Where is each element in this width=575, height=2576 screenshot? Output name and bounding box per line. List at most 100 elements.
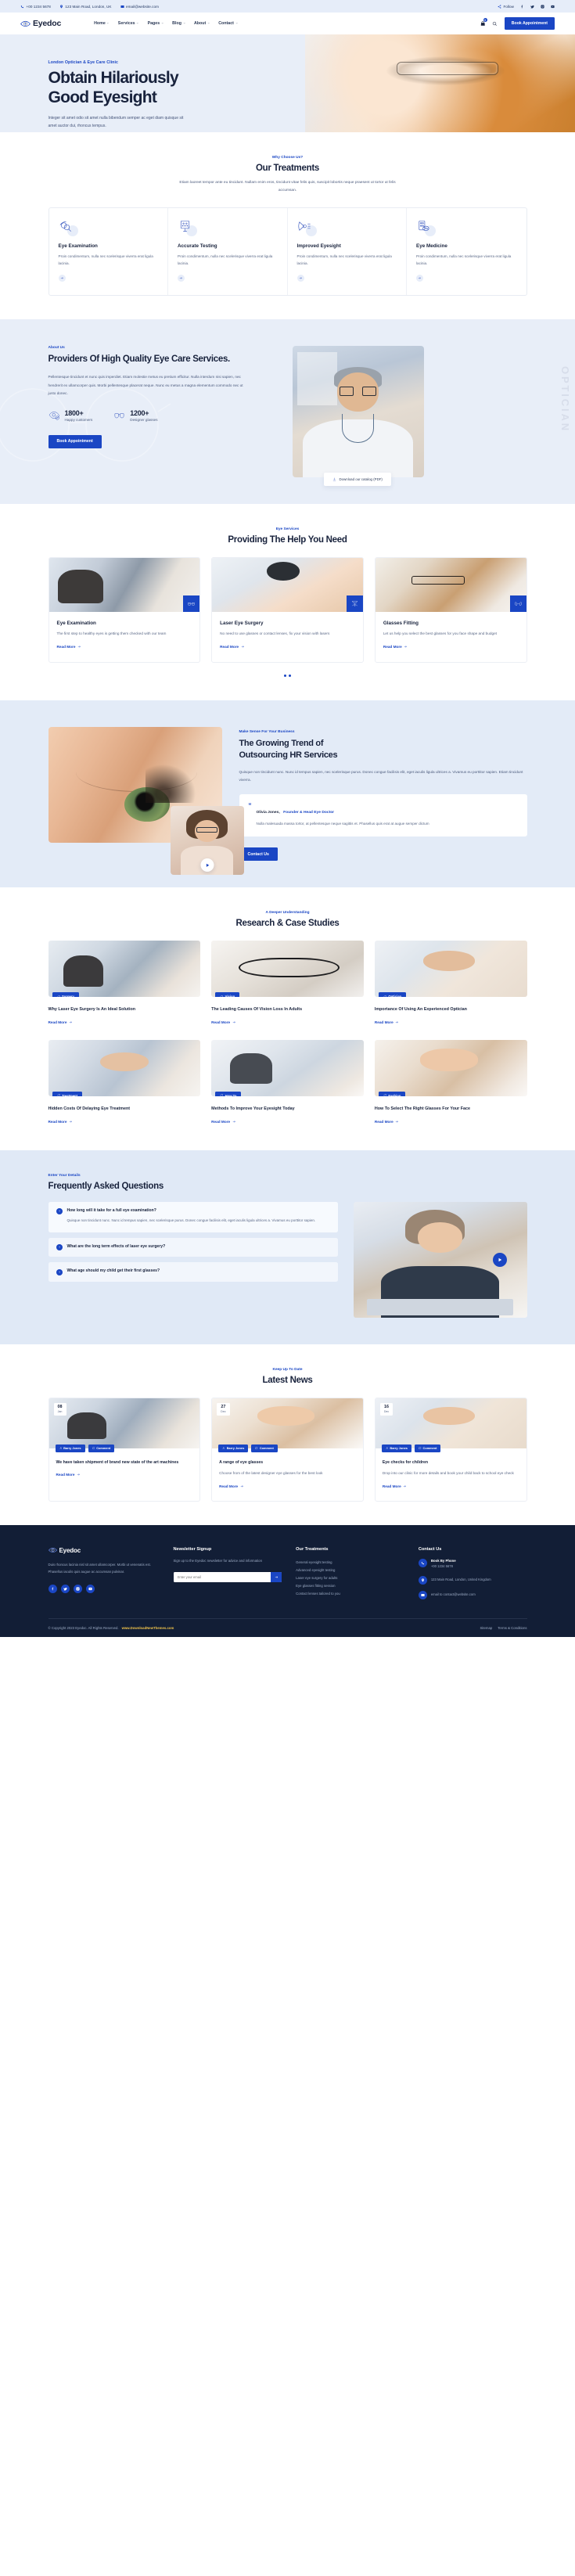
case-study-card[interactable]: Fashion How To Select The Right Glasses … [374,1039,527,1127]
nav-item-blog[interactable]: Blog [172,21,185,26]
service-desc: The first step to healthy eyes is gettin… [56,631,167,635]
footer-contact-email[interactable]: email to contact@website.com [418,1590,527,1599]
question-icon [58,1271,60,1273]
treatment-card[interactable]: Improved Eyesight Proin condimentum, nul… [288,207,407,295]
faq-item-open[interactable]: How long will it take for a full eye exa… [48,1201,338,1232]
footer-contact-heading: Contact Us [418,1546,442,1552]
eyedoc-logo-icon [20,20,31,27]
footer-sitemap-link[interactable]: Sitemap [480,1626,492,1630]
download-catalog-button[interactable]: Download our catalog (PDF) [323,472,391,486]
about-paragraph: Pellentesque tincidunt et nunc quis impe… [48,375,243,396]
topbar-email[interactable]: email@website.com [120,5,159,9]
treatment-card[interactable]: Eye Examination Proin condimentum, nulla… [49,207,168,295]
service-card[interactable]: Laser Eye Surgery No need to use glasses… [211,556,364,663]
instagram-icon[interactable] [541,4,544,9]
treatment-arrow-button[interactable] [296,274,304,282]
footer-youtube-button[interactable] [85,1584,95,1593]
footer-twitter-button[interactable] [60,1584,70,1593]
faq-item[interactable]: What are the long term effects of laser … [48,1237,338,1257]
treatment-card[interactable]: Eye Medicine Proin condimentum, nulla ne… [407,208,526,295]
arrow-right-icon [404,645,408,648]
footer-instagram-button[interactable] [73,1584,82,1593]
nav-item-contact[interactable]: Contact [218,21,238,26]
footer-contact-address[interactable]: 123 Main Road, London, United Kingdom [418,1575,527,1585]
news-read-more-link[interactable]: Read More [383,1484,407,1488]
newsletter-submit-button[interactable] [271,1571,282,1582]
service-read-more-link[interactable]: Read More [383,645,408,649]
news-comments: Comment [96,1446,111,1451]
faq-question: How long will it take for a full eye exa… [66,1207,156,1213]
search-icon[interactable] [492,21,498,27]
play-video-button[interactable] [200,858,214,872]
news-month: Jan [57,1409,63,1413]
facebook-icon[interactable] [520,5,524,9]
nav-item-about[interactable]: About [194,21,210,26]
footer-link[interactable]: Contact lenses tailored to you [296,1590,404,1598]
service-read-more-link[interactable]: Read More [220,645,244,649]
news-card[interactable]: 27 Dec Barry Jones Comment A range of ey… [211,1397,364,1502]
topbar-phone[interactable]: +00 1234 5678 [20,5,51,9]
twitter-icon[interactable] [530,5,534,9]
case-study-read-more-link[interactable]: Read More [375,1020,399,1024]
footer-facebook-button[interactable] [48,1584,57,1593]
cart-button[interactable]: 0 [480,18,487,27]
case-study-read-more-link[interactable]: Read More [49,1120,73,1124]
chevron-down-icon [183,23,185,24]
footer-link[interactable]: General eyesight testing [296,1559,404,1567]
read-more-label: Read More [48,1020,67,1024]
news-card[interactable]: 16 Dec Barry Jones Comment Eye checks fo… [374,1397,527,1502]
faq-item[interactable]: What age should my child get their first… [48,1262,338,1282]
news-date-badge: 16 Dec [379,1402,394,1416]
news-day: 08 [57,1404,63,1409]
case-study-read-more-link[interactable]: Read More [49,1020,73,1024]
treatment-arrow-button[interactable] [58,274,66,282]
hero-title: Obtain Hilariously Good Eyesight [49,69,527,108]
footer-bottom-bar: © Copyright 2023 Eyedoc. All Rights Rese… [48,1617,527,1637]
footer-copyright-accent[interactable]: www.DownloadNewThemes.com [122,1626,174,1630]
chevron-down-icon [136,23,138,24]
contact-us-button[interactable]: Contact Us [239,847,278,862]
carousel-dot[interactable] [289,674,292,677]
carousel-dot-active[interactable] [283,674,286,677]
treatment-arrow-button[interactable] [178,274,185,282]
service-read-more-link[interactable]: Read More [57,645,81,649]
hr-video-thumbnail[interactable] [170,806,244,876]
nav-item-home[interactable]: Home [94,21,110,26]
case-study-read-more-link[interactable]: Read More [211,1120,235,1124]
service-card[interactable]: Glasses Fitting Let us help you select t… [374,556,527,663]
case-study-card[interactable]: Vision The Leading Causes Of Vision Loss… [211,941,364,1027]
nav-item-services[interactable]: Services [118,21,139,26]
footer-contact-phone[interactable]: Book By Phone +00 1234 5678 [418,1558,527,1570]
footer-terms-link[interactable]: Terms & Conditions [498,1626,526,1630]
read-more-label: Read More [211,1119,231,1124]
news-read-more-link[interactable]: Read More [56,1473,81,1477]
service-card[interactable]: Eye Examination The first step to health… [48,556,201,663]
faq-title: Frequently Asked Questions [48,1181,164,1191]
services-carousel-dots [49,674,527,677]
case-study-read-more-link[interactable]: Read More [375,1120,399,1124]
case-study-card[interactable]: Optician Importance Of Using An Experien… [374,941,527,1027]
case-study-card[interactable]: Treatment Hidden Costs Of Delaying Eye T… [48,1039,201,1127]
nav-item-pages[interactable]: Pages [148,21,164,26]
about-book-appointment-button[interactable]: Book Appointment [48,434,102,448]
treatments-grid: Eye Examination Proin condimentum, nulla… [48,207,527,296]
testimonial-role: Founder & Head Eye Doctor [283,811,335,815]
case-study-read-more-link[interactable]: Read More [211,1020,235,1024]
logo[interactable]: Eyedoc [20,19,61,28]
news-card[interactable]: 08 Jan Barry Jones Comment We have taken… [48,1397,201,1502]
newsletter-email-input[interactable] [173,1571,271,1582]
news-read-more-link[interactable]: Read More [219,1484,243,1488]
footer-link[interactable]: Advanced eyesight testing [296,1567,404,1574]
youtube-icon[interactable] [551,5,555,9]
footer-logo[interactable]: Eyedoc [48,1547,160,1554]
facebook-icon [51,1587,53,1591]
faq-play-video-button[interactable] [492,1252,507,1267]
case-study-card[interactable]: Surgery Why Laser Eye Surgery Is An Idea… [48,941,201,1027]
treatment-card[interactable]: Accurate Testing Proin condimentum, null… [168,207,288,295]
book-appointment-button[interactable]: Book Appointment [504,17,555,30]
footer-link[interactable]: Eye glasses fitting session [296,1582,404,1590]
case-study-card[interactable]: How To Methods To Improve Your Eyesight … [211,1039,364,1127]
treatment-arrow-button[interactable] [416,274,423,282]
topbar-address[interactable]: 123 Main Road, London, UK [59,5,112,9]
footer-link[interactable]: Laser eye surgery for adults [296,1574,404,1582]
